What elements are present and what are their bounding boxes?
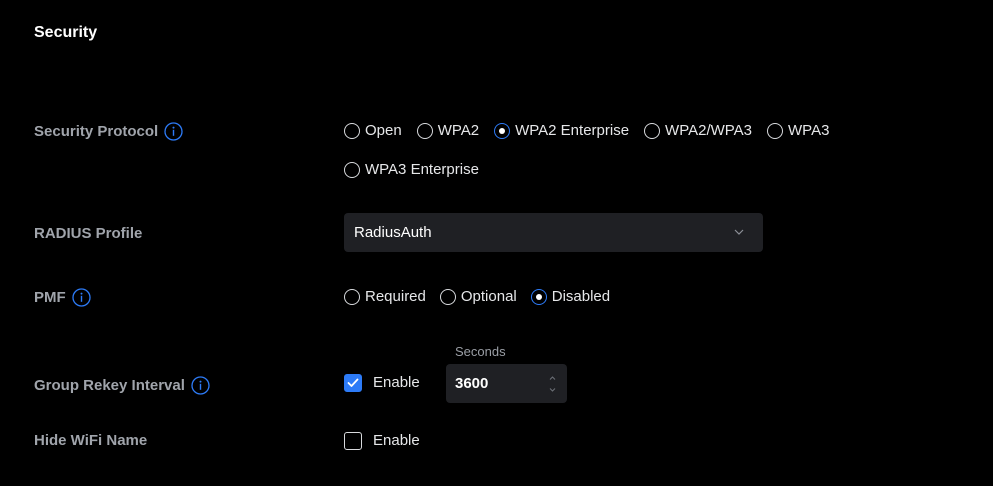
- radio-pmf-required-circle[interactable]: [344, 289, 360, 305]
- security-settings-panel: Security Security Protocol Open WPA2 WPA…: [0, 0, 993, 486]
- radio-wpa2-wpa3-circle[interactable]: [644, 123, 661, 139]
- pmf-options: Required Optional Disabled: [344, 288, 625, 306]
- group-rekey-enable-label: Enable: [373, 374, 420, 391]
- radio-pmf-disabled-circle[interactable]: [530, 289, 547, 305]
- hide-wifi-label: Hide WiFi Name: [34, 432, 148, 449]
- radio-wpa2-label: WPA2: [437, 122, 480, 139]
- radio-pmf-disabled-label: Disabled: [551, 288, 611, 305]
- radio-wpa2-enterprise-circle[interactable]: [494, 123, 511, 139]
- group-rekey-seconds-input[interactable]: 3600: [446, 364, 567, 403]
- hide-wifi-enable-label: Enable: [373, 432, 420, 449]
- chevron-down-icon: [733, 227, 745, 237]
- radio-wpa3-circle[interactable]: [767, 123, 784, 139]
- radio-pmf-required-label: Required: [365, 288, 426, 305]
- hide-wifi-checkbox[interactable]: [344, 432, 362, 450]
- radio-wpa2-circle[interactable]: [416, 123, 433, 139]
- radius-profile-value: RadiusAuth: [354, 223, 432, 241]
- radio-wpa2[interactable]: WPA2: [416, 122, 480, 140]
- group-rekey-label: Group Rekey Interval: [34, 376, 185, 394]
- info-circle-icon[interactable]: [164, 122, 183, 141]
- radio-wpa3-enterprise-circle[interactable]: [344, 162, 360, 178]
- pmf-label-row: PMF: [34, 288, 91, 307]
- section-title: Security: [34, 24, 98, 41]
- info-circle-icon[interactable]: [72, 288, 91, 307]
- radio-pmf-optional-circle[interactable]: [439, 289, 456, 305]
- seconds-caption: Seconds: [455, 344, 506, 359]
- security-protocol-options-row2: WPA3 Enterprise: [344, 161, 494, 179]
- radio-wpa3-enterprise-label: WPA3 Enterprise: [365, 161, 479, 178]
- radio-wpa2-enterprise-label: WPA2 Enterprise: [515, 122, 630, 139]
- radio-wpa3[interactable]: WPA3: [767, 122, 829, 140]
- radio-wpa2-enterprise[interactable]: WPA2 Enterprise: [494, 122, 629, 140]
- pmf-label: PMF: [34, 288, 66, 306]
- radio-pmf-required[interactable]: Required: [344, 288, 426, 306]
- security-protocol-label: Security Protocol: [34, 122, 159, 140]
- number-stepper[interactable]: [548, 373, 557, 395]
- security-protocol-label-row: Security Protocol: [34, 122, 183, 141]
- info-circle-icon[interactable]: [191, 376, 210, 395]
- radio-pmf-optional[interactable]: Optional: [439, 288, 517, 306]
- radius-profile-label: RADIUS Profile: [34, 225, 143, 242]
- group-rekey-seconds-value: 3600: [455, 374, 489, 392]
- radio-wpa2-wpa3[interactable]: WPA2/WPA3: [644, 122, 752, 140]
- checkmark-icon: [347, 378, 359, 387]
- radio-pmf-optional-label: Optional: [460, 288, 517, 305]
- radio-open-label: Open: [365, 122, 402, 139]
- radio-wpa3-label: WPA3: [788, 122, 830, 139]
- hide-wifi-enable[interactable]: Enable: [344, 432, 420, 450]
- radio-open-circle[interactable]: [344, 123, 360, 139]
- radio-wpa2-wpa3-label: WPA2/WPA3: [665, 122, 753, 139]
- radio-wpa3-enterprise[interactable]: WPA3 Enterprise: [344, 161, 479, 179]
- radio-open[interactable]: Open: [344, 122, 402, 140]
- group-rekey-enable[interactable]: Enable: [344, 374, 420, 392]
- radio-pmf-disabled[interactable]: Disabled: [530, 288, 611, 306]
- radius-profile-select[interactable]: RadiusAuth: [344, 213, 763, 252]
- stepper-up-icon[interactable]: [548, 373, 557, 383]
- group-rekey-label-row: Group Rekey Interval: [34, 376, 210, 395]
- security-protocol-options-row1: Open WPA2 WPA2 Enterprise WPA2/WPA3 WPA3: [344, 122, 844, 140]
- stepper-down-icon[interactable]: [548, 385, 557, 395]
- group-rekey-checkbox[interactable]: [344, 374, 362, 392]
